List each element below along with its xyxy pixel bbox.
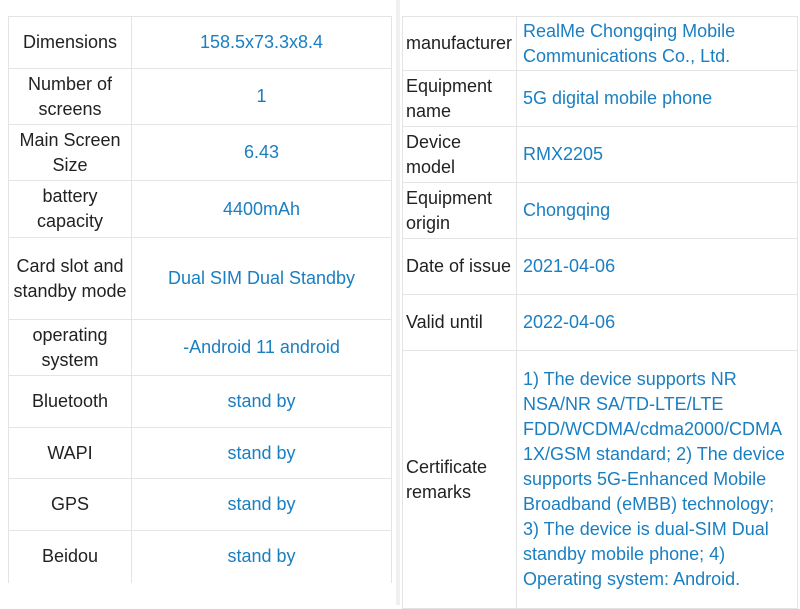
table-row: manufacturer RealMe Chongqing Mobile Com… (402, 16, 798, 71)
cert-label-equipment-origin: Equipment origin (402, 182, 517, 239)
cert-label-valid-until: Valid until (402, 294, 517, 351)
cert-value-device-model: RMX2205 (516, 126, 798, 183)
table-row: Main Screen Size 6.43 (8, 124, 392, 181)
spec-value-gps: stand by (131, 478, 392, 531)
cert-value-equipment-name: 5G digital mobile phone (516, 70, 798, 127)
cert-label-manufacturer: manufacturer (402, 16, 517, 71)
spec-label-bluetooth: Bluetooth (8, 375, 132, 428)
spec-label-main-screen-size: Main Screen Size (8, 124, 132, 181)
spec-value-card-slot: Dual SIM Dual Standby (131, 237, 392, 320)
table-row: Equipment name 5G digital mobile phone (402, 70, 798, 127)
table-row: Beidou stand by (8, 530, 392, 583)
right-certificate-panel: manufacturer RealMe Chongqing Mobile Com… (400, 0, 800, 609)
cert-label-remarks: Certificate remarks (402, 350, 517, 609)
cert-label-equipment-name: Equipment name (402, 70, 517, 127)
cert-value-remarks: 1) The device supports NR NSA/NR SA/TD-L… (516, 350, 798, 609)
table-row: GPS stand by (8, 478, 392, 531)
spec-value-battery-capacity: 4400mAh (131, 180, 392, 238)
table-row: WAPI stand by (8, 427, 392, 479)
table-row: Equipment origin Chongqing (402, 182, 798, 239)
table-row: Dimensions 158.5x73.3x8.4 (8, 16, 392, 69)
spec-label-gps: GPS (8, 478, 132, 531)
cert-value-valid-until: 2022-04-06 (516, 294, 798, 351)
table-row: operating system -Android 11 android (8, 319, 392, 376)
spec-value-bluetooth: stand by (131, 375, 392, 428)
spec-label-operating-system: operating system (8, 319, 132, 376)
spec-value-beidou: stand by (131, 530, 392, 583)
table-row: Bluetooth stand by (8, 375, 392, 428)
spec-label-dimensions: Dimensions (8, 16, 132, 69)
cert-value-equipment-origin: Chongqing (516, 182, 798, 239)
cert-label-date-of-issue: Date of issue (402, 238, 517, 295)
table-row: Valid until 2022-04-06 (402, 294, 798, 351)
spec-label-card-slot: Card slot and standby mode (8, 237, 132, 320)
spec-value-main-screen-size: 6.43 (131, 124, 392, 181)
cert-label-device-model: Device model (402, 126, 517, 183)
spec-label-beidou: Beidou (8, 530, 132, 583)
table-row: Device model RMX2205 (402, 126, 798, 183)
cert-value-date-of-issue: 2021-04-06 (516, 238, 798, 295)
table-row: Certificate remarks 1) The device suppor… (402, 350, 798, 609)
spec-value-wapi: stand by (131, 427, 392, 479)
cert-value-manufacturer: RealMe Chongqing Mobile Communications C… (516, 16, 798, 71)
device-specs-table: Dimensions 158.5x73.3x8.4 Number of scre… (8, 16, 392, 583)
spec-value-dimensions: 158.5x73.3x8.4 (131, 16, 392, 69)
spec-label-wapi: WAPI (8, 427, 132, 479)
spec-value-number-of-screens: 1 (131, 68, 392, 125)
certificate-table: manufacturer RealMe Chongqing Mobile Com… (402, 16, 798, 609)
spec-label-number-of-screens: Number of screens (8, 68, 132, 125)
table-row: Card slot and standby mode Dual SIM Dual… (8, 237, 392, 320)
left-spec-panel: Dimensions 158.5x73.3x8.4 Number of scre… (0, 0, 396, 605)
spec-value-operating-system: -Android 11 android (131, 319, 392, 376)
table-row: battery capacity 4400mAh (8, 180, 392, 238)
spec-label-battery-capacity: battery capacity (8, 180, 132, 238)
table-row: Number of screens 1 (8, 68, 392, 125)
table-row: Date of issue 2021-04-06 (402, 238, 798, 295)
